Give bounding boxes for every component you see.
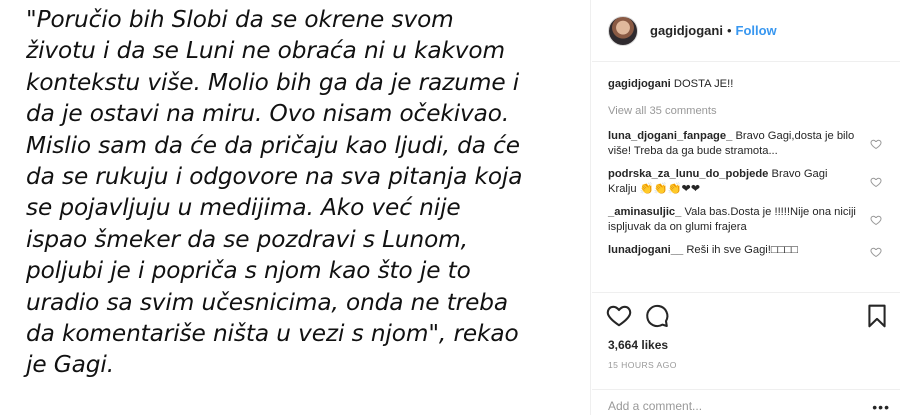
follow-button[interactable]: Follow <box>736 23 777 38</box>
more-options-button[interactable]: ••• <box>872 400 890 414</box>
add-comment-bar: ••• <box>592 389 900 415</box>
post-sidebar: gagidjogani • Follow gagidjogani DOSTA J… <box>592 0 900 415</box>
comment-username[interactable]: podrska_za_lunu_do_pobjede <box>608 168 768 180</box>
comments-section: gagidjogani DOSTA JE!! View all 35 comme… <box>608 77 886 258</box>
post-header: gagidjogani • Follow <box>592 0 900 62</box>
post-actions-bar <box>592 292 900 338</box>
quote-line: poljubi je i popriča s njom kao što je t… <box>26 257 471 285</box>
add-comment-input[interactable] <box>608 396 858 415</box>
quote-line: kontekstu više. Molio bih ga da je razum… <box>26 68 520 96</box>
speech-bubble-icon <box>646 304 669 328</box>
quote-line: je Gagi. <box>26 351 114 379</box>
comment-text: Reši ih sve Gagi!□□□□ <box>686 244 798 256</box>
post-caption: gagidjogani DOSTA JE!! <box>608 77 886 92</box>
comment-item: luna_djogani_fanpage_ Bravo Gagi,dosta j… <box>608 129 886 159</box>
likes-count[interactable]: 3,664 likes <box>608 338 668 352</box>
comment-like-heart-icon[interactable] <box>870 214 882 226</box>
comment-like-heart-icon[interactable] <box>870 176 882 188</box>
quote-line: se pojavljuju u medijima. Ako već nije <box>26 194 461 222</box>
comment-item: lunadjogani__ Reši ih sve Gagi!□□□□ <box>608 243 886 258</box>
post-timestamp[interactable]: 15 HOURS AGO <box>608 360 677 370</box>
view-all-comments-link[interactable]: View all 35 comments <box>608 104 886 119</box>
quote-line: ispao šmeker da se pozdravi s Lunom, <box>26 225 468 253</box>
quote-line: "Poručio bih Slobi da se okrene svom <box>26 6 454 33</box>
quote-line: da je ostavi na miru. Ovo nisam očekivao… <box>26 100 510 128</box>
comment-like-heart-icon[interactable] <box>870 246 882 258</box>
comment-username[interactable]: luna_djogani_fanpage_ <box>608 130 732 142</box>
caption-text: DOSTA JE!! <box>673 78 734 90</box>
caption-username[interactable]: gagidjogani <box>608 78 671 90</box>
profile-avatar[interactable] <box>608 15 638 46</box>
post-quote-text: "Poručio bih Slobi da se okrene svom živ… <box>26 4 586 381</box>
header-separator: • <box>726 23 732 38</box>
comment-username[interactable]: lunadjogani__ <box>608 244 683 256</box>
save-button[interactable] <box>864 303 890 329</box>
comment-item: _aminasuljic_ Vala bas.Dosta je !!!!!Nij… <box>608 205 886 235</box>
comment-item: podrska_za_lunu_do_pobjede Bravo Gagi Kr… <box>608 167 886 197</box>
quote-line: uradio sa svim učesnicima, onda ne treba <box>26 288 509 316</box>
comment-button[interactable] <box>644 303 670 329</box>
quote-line: Mislio sam da će da pričaju kao ljudi, d… <box>26 131 520 159</box>
comment-username[interactable]: _aminasuljic_ <box>608 206 681 218</box>
heart-icon <box>606 305 632 327</box>
quote-line: da komentariše ništa u vezi s njom", rek… <box>26 320 519 348</box>
quote-line: da se rukuju i odgovore na sva pitanja k… <box>26 163 523 191</box>
like-button[interactable] <box>606 303 632 329</box>
header-username[interactable]: gagidjogani <box>650 23 723 38</box>
comment-like-heart-icon[interactable] <box>870 138 882 150</box>
post-image[interactable]: "Poručio bih Slobi da se okrene svom živ… <box>0 0 591 415</box>
quote-line: životu i da se Luni ne obraća ni u kakvo… <box>26 37 505 65</box>
bookmark-icon <box>868 304 886 328</box>
